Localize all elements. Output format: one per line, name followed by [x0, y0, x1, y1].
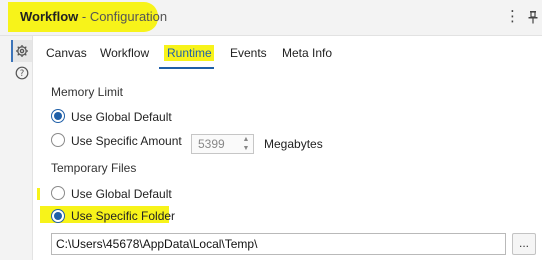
memory-specific-amount-label[interactable]: Use Specific Amount — [71, 134, 182, 148]
stepper-down-icon[interactable]: ▼ — [240, 144, 252, 153]
svg-text:?: ? — [20, 69, 25, 79]
megabytes-stepper[interactable]: 5399 ▲ ▼ — [191, 134, 254, 154]
temp-specific-folder-label[interactable]: Use Specific Folder — [71, 209, 175, 223]
config-sidebar: ? — [0, 36, 33, 260]
panel-header: Workflow - Configuration ⋮ — [0, 0, 542, 36]
tab-workflow[interactable]: Workflow — [100, 36, 149, 70]
tab-meta-info[interactable]: Meta Info — [282, 36, 332, 70]
temp-global-default-label[interactable]: Use Global Default — [71, 187, 172, 201]
highlight-mark — [37, 188, 40, 200]
more-options-icon[interactable]: ⋮ — [505, 7, 520, 27]
panel-title: Workflow - Configuration — [8, 2, 167, 32]
gear-icon — [16, 45, 28, 57]
memory-specific-amount-radio[interactable] — [51, 133, 65, 147]
tab-canvas[interactable]: Canvas — [46, 36, 87, 70]
memory-global-default-label[interactable]: Use Global Default — [71, 110, 172, 124]
panel-title-configuration: - Configuration — [78, 9, 168, 24]
tab-bar: Canvas Workflow Runtime Events Meta Info — [34, 36, 542, 70]
tab-runtime-label: Runtime — [167, 46, 212, 60]
memory-limit-heading: Memory Limit — [51, 85, 124, 99]
temp-folder-path-input[interactable] — [51, 233, 506, 255]
panel-title-workflow: Workflow — [20, 9, 79, 24]
megabytes-value: 5399 — [198, 137, 225, 151]
browse-folder-button[interactable]: ... — [512, 233, 536, 255]
pin-icon[interactable] — [527, 10, 539, 24]
temp-global-default-radio[interactable] — [51, 186, 65, 200]
help-icon[interactable]: ? — [15, 66, 29, 80]
tab-runtime[interactable]: Runtime — [164, 36, 214, 70]
memory-global-default-radio[interactable] — [51, 109, 65, 123]
tab-events[interactable]: Events — [230, 36, 267, 70]
temporary-files-heading: Temporary Files — [51, 161, 137, 175]
active-tab-indicator — [159, 67, 214, 69]
sidebar-item-settings[interactable] — [11, 40, 32, 62]
megabytes-unit-label: Megabytes — [264, 137, 323, 151]
stepper-up-icon[interactable]: ▲ — [240, 135, 252, 144]
temp-specific-folder-radio[interactable] — [51, 209, 65, 223]
